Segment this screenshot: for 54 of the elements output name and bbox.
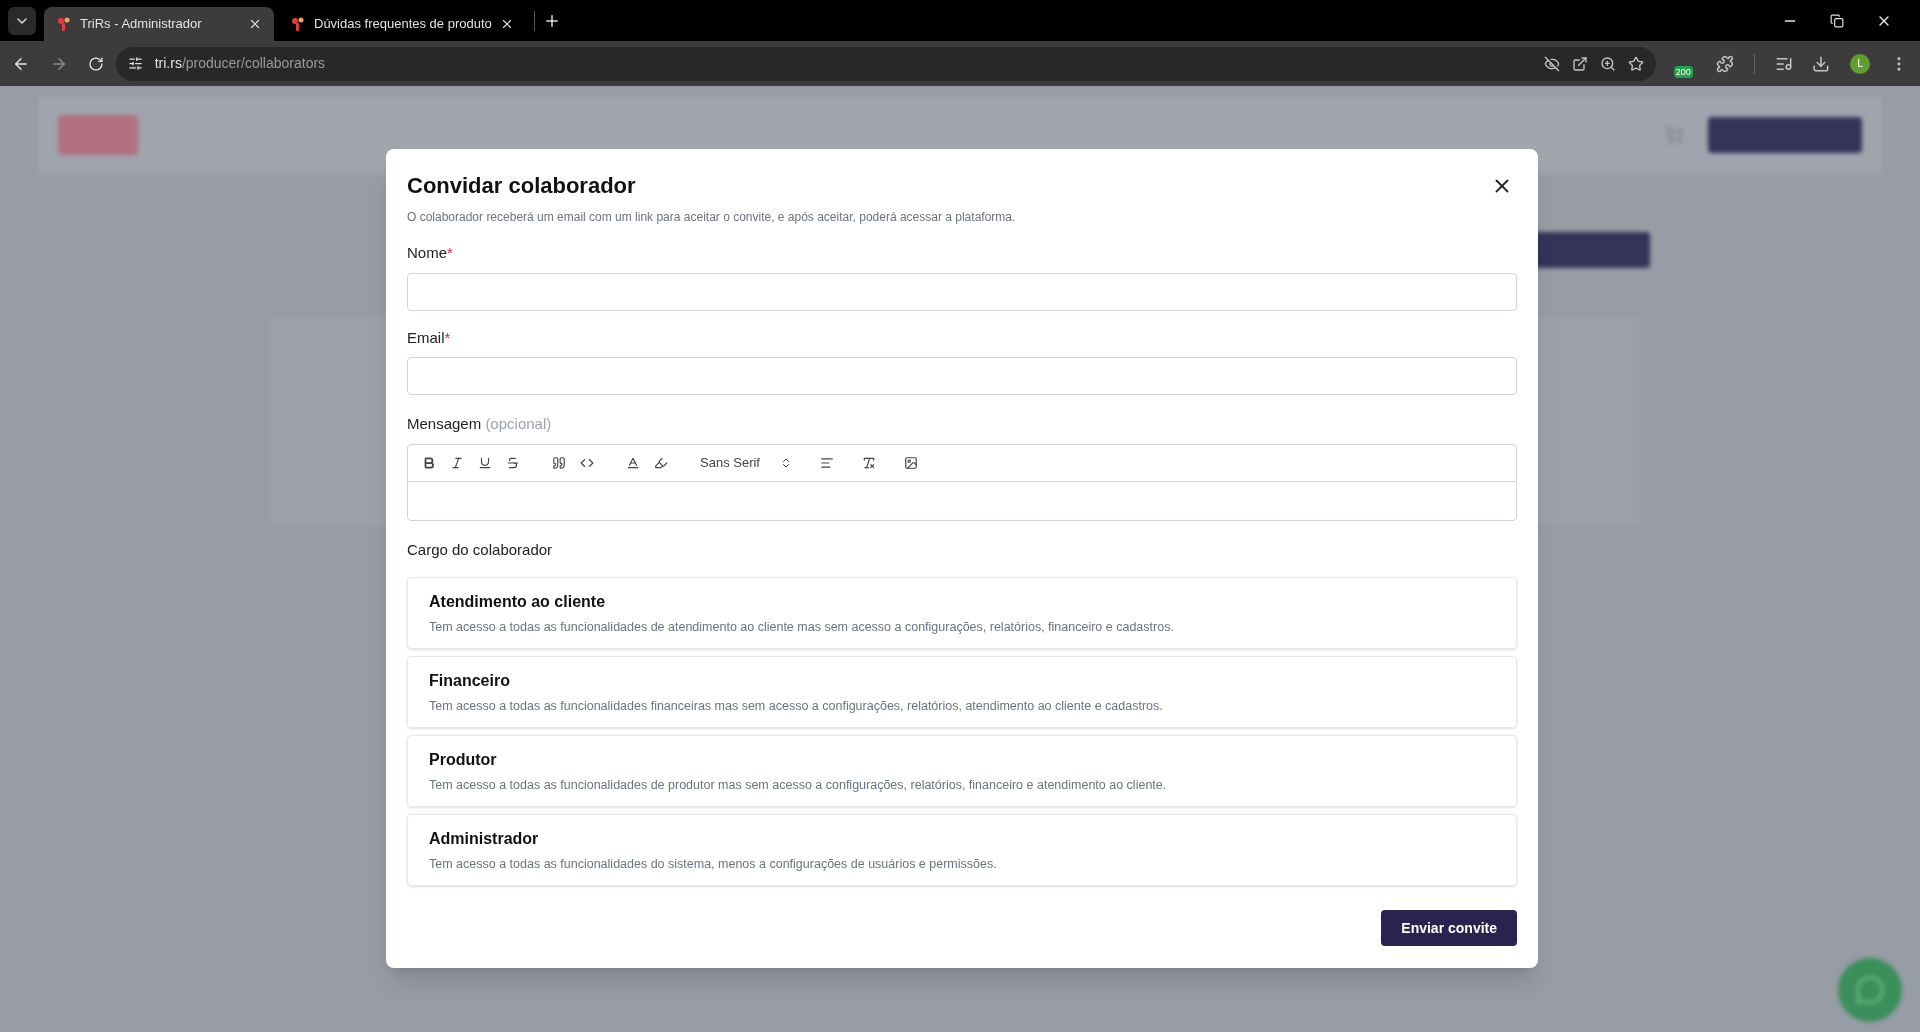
logo-icon <box>290 16 306 32</box>
image-icon[interactable] <box>904 455 918 470</box>
role-description: Tem acesso a todas as funcionalidades de produtor mas sem acesso a configurações, relatórios, financeiro e atendimento ao cliente. <box>429 776 1168 794</box>
field-label: Nome* <box>407 243 454 263</box>
tab-title: Dúvidas frequentes de produto <box>314 15 492 34</box>
role-title: Produtor <box>429 749 498 770</box>
browser-tab[interactable]: Dúvidas frequentes de produto <box>278 7 526 41</box>
field-label: Mensagem (opcional) <box>407 414 553 434</box>
role-description: Tem acesso a todas as funcionalidades de atendimento ao cliente mas sem acesso a configurações, relatórios, financeiro e cadastros. <box>429 618 1175 636</box>
close-icon[interactable] <box>248 17 262 31</box>
dialog-title: Convidar colaborador <box>407 172 636 200</box>
text-color-icon[interactable] <box>626 455 640 470</box>
browser-tab[interactable]: TriRs - Administrador <box>44 7 274 41</box>
text-field[interactable] <box>407 272 1517 311</box>
strikethrough-icon[interactable] <box>506 455 520 470</box>
eye-off-icon[interactable] <box>1543 55 1560 72</box>
align-icon[interactable] <box>820 455 834 470</box>
star-icon[interactable] <box>1627 55 1644 72</box>
quote-icon[interactable] <box>552 455 566 470</box>
restore-icon[interactable] <box>1830 13 1844 28</box>
clear-format-icon[interactable] <box>862 455 876 470</box>
puzzle-icon[interactable] <box>1715 54 1734 73</box>
share-icon[interactable] <box>1571 55 1588 72</box>
send-invite-button[interactable]: Enviar convite <box>1381 910 1517 946</box>
download-icon[interactable] <box>1812 54 1831 73</box>
role-title: Atendimento ao cliente <box>429 591 607 612</box>
text-field[interactable] <box>407 357 1517 395</box>
url-text: tri.rs/producer/collaborators <box>154 54 326 73</box>
chat-icon <box>1855 975 1885 1005</box>
italic-icon[interactable] <box>450 455 464 470</box>
highlight-icon[interactable] <box>654 455 668 470</box>
role-option[interactable]: Financeiro Tem acesso a todas as funcionalidades financeiras mas sem acesso a configurações, relatórios, atendimento ao cliente e cadastros. <box>407 656 1517 728</box>
tab-list-button[interactable] <box>8 6 36 35</box>
role-title: Administrador <box>429 828 540 849</box>
zoom-icon[interactable] <box>1599 55 1616 72</box>
message-editor[interactable]: Sans Serif <box>407 443 1517 521</box>
underline-icon[interactable] <box>478 455 492 470</box>
logo-icon <box>56 16 72 32</box>
role-option[interactable]: Atendimento ao cliente Tem acesso a todas as funcionalidades de atendimento ao cliente mas sem acesso a configurações, relatórios, financeiro e cadastros. <box>407 577 1517 649</box>
updown-icon <box>780 456 792 469</box>
role-description: Tem acesso a todas as funcionalidades financeiras mas sem acesso a configurações, relatórios, atendimento ao cliente e cadastros. <box>429 697 1164 715</box>
role-option[interactable]: Produtor Tem acesso a todas as funcionalidades de produtor mas sem acesso a configurações, relatórios, financeiro e atendimento ao cliente. <box>407 735 1517 807</box>
role-option[interactable]: Administrador Tem acesso a todas as funcionalidades do sistema, menos a configurações de usuários e permissões. <box>407 814 1517 886</box>
section-label: Cargo do colaborador <box>407 539 554 560</box>
tab-title: TriRs - Administrador <box>80 15 203 34</box>
reload-icon[interactable] <box>87 55 104 72</box>
dialog-description: O colaborador receberá um email com um link para aceitar o convite, e após aceitar, poderá acessar a plataforma. <box>407 209 1017 226</box>
role-title: Financeiro <box>429 670 511 691</box>
role-description: Tem acesso a todas as funcionalidades do sistema, menos a configurações de usuários e permissões. <box>429 855 998 873</box>
font-select[interactable]: Sans Serif <box>696 452 796 473</box>
address-bar[interactable]: tri.rs/producer/collaborators <box>115 46 1656 81</box>
field-label: Email* <box>407 327 452 348</box>
site-settings-icon[interactable] <box>127 56 143 71</box>
bold-icon[interactable] <box>422 455 436 470</box>
